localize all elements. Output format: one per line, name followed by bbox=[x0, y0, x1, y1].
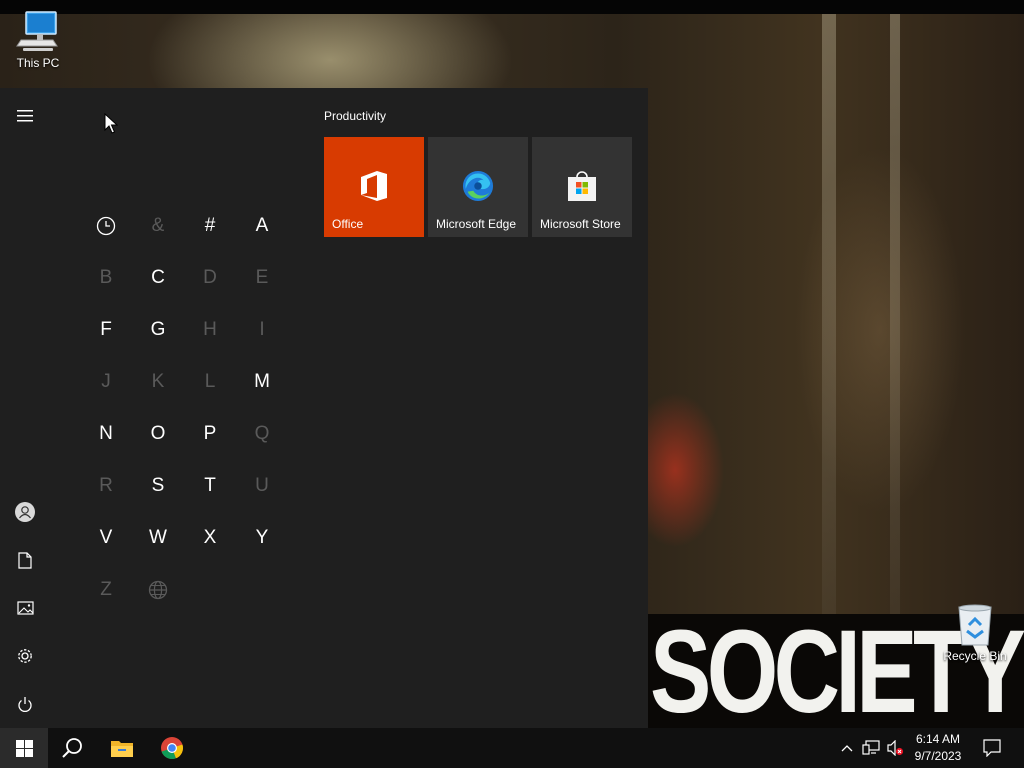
letter-v[interactable]: V bbox=[80, 512, 132, 564]
recycle-bin-desktop-icon[interactable]: Recycle Bin bbox=[937, 603, 1013, 663]
letter-b: B bbox=[99, 267, 113, 288]
action-center-button[interactable] bbox=[978, 728, 1006, 768]
power-button[interactable] bbox=[0, 680, 50, 728]
start-button[interactable] bbox=[0, 728, 48, 768]
letter-other-languages bbox=[132, 564, 184, 616]
clock-date: 9/7/2023 bbox=[914, 749, 962, 763]
notifications-icon bbox=[983, 739, 1001, 757]
letter-q: Q bbox=[254, 423, 270, 444]
hamburger-menu-icon bbox=[17, 110, 33, 122]
start-menu: & # A B C D E F G H I J K L M N O P Q R … bbox=[0, 88, 648, 728]
letter-ampersand: & bbox=[151, 215, 165, 236]
settings-button[interactable] bbox=[0, 632, 50, 680]
edge-icon bbox=[462, 170, 494, 202]
user-account-button[interactable] bbox=[0, 488, 50, 536]
chrome-button[interactable] bbox=[148, 728, 196, 768]
power-icon bbox=[18, 696, 32, 712]
letter-c[interactable]: C bbox=[132, 252, 184, 304]
letter-f[interactable]: F bbox=[80, 304, 132, 356]
letter-x[interactable]: X bbox=[184, 512, 236, 564]
recycle-bin-label: Recycle Bin bbox=[943, 649, 1007, 663]
pictures-button[interactable] bbox=[0, 584, 50, 632]
letter-k: K bbox=[151, 371, 165, 392]
letter-p[interactable]: P bbox=[184, 408, 236, 460]
mouse-cursor-icon bbox=[104, 113, 118, 134]
network-icon bbox=[862, 740, 880, 755]
recycle-bin-icon bbox=[958, 604, 992, 646]
office-tile-label: Office bbox=[332, 217, 364, 231]
this-pc-desktop-icon[interactable]: This PC bbox=[0, 10, 76, 70]
letter-r: R bbox=[99, 475, 113, 496]
letter-i: I bbox=[259, 319, 265, 340]
start-left-rail bbox=[0, 88, 50, 728]
letter-g[interactable]: G bbox=[132, 304, 184, 356]
letter-o[interactable]: O bbox=[132, 408, 184, 460]
letter-a[interactable]: A bbox=[236, 200, 288, 252]
volume-button[interactable] bbox=[884, 728, 906, 768]
tile-group-title[interactable]: Productivity bbox=[324, 109, 386, 123]
letter-z: Z bbox=[100, 579, 112, 600]
microsoft-store-tile-label: Microsoft Store bbox=[540, 217, 621, 231]
documents-button[interactable] bbox=[0, 536, 50, 584]
documents-icon bbox=[18, 551, 32, 569]
clock-icon bbox=[96, 216, 116, 236]
chevron-up-icon bbox=[841, 745, 853, 752]
letter-t[interactable]: T bbox=[184, 460, 236, 512]
show-hidden-icons-button[interactable] bbox=[838, 728, 856, 768]
letter-d: D bbox=[203, 267, 217, 288]
globe-icon bbox=[148, 580, 168, 600]
store-bag-icon bbox=[568, 171, 596, 201]
expand-menu-button[interactable] bbox=[0, 92, 50, 140]
letter-l: L bbox=[204, 371, 216, 392]
letter-hash[interactable]: # bbox=[184, 200, 236, 252]
letter-s[interactable]: S bbox=[132, 460, 184, 512]
search-icon bbox=[62, 738, 82, 758]
pictures-icon bbox=[16, 601, 34, 615]
taskbar: 6:14 AM 9/7/2023 bbox=[0, 728, 1024, 768]
search-button[interactable] bbox=[48, 728, 96, 768]
computer-icon bbox=[16, 11, 58, 51]
file-explorer-icon bbox=[111, 741, 133, 757]
chrome-icon bbox=[161, 737, 183, 760]
letter-j: J bbox=[101, 371, 111, 392]
microsoft-store-tile[interactable]: Microsoft Store bbox=[532, 137, 632, 237]
letter-recent[interactable] bbox=[80, 200, 132, 252]
office-icon bbox=[361, 171, 387, 201]
network-button[interactable] bbox=[860, 728, 882, 768]
taskbar-clock[interactable]: 6:14 AM 9/7/2023 bbox=[906, 731, 970, 765]
clock-time: 6:14 AM bbox=[915, 732, 961, 746]
letter-u: U bbox=[255, 475, 269, 496]
this-pc-label: This PC bbox=[16, 56, 60, 70]
letter-n[interactable]: N bbox=[80, 408, 132, 460]
file-explorer-button[interactable] bbox=[98, 728, 146, 768]
windows-start-icon bbox=[15, 739, 33, 757]
alphabet-jump-grid: & # A B C D E F G H I J K L M N O P Q R … bbox=[80, 200, 288, 616]
letter-y[interactable]: Y bbox=[236, 512, 288, 564]
volume-muted-icon bbox=[887, 740, 904, 756]
user-icon bbox=[15, 502, 35, 522]
letter-e: E bbox=[255, 267, 269, 288]
microsoft-edge-tile[interactable]: Microsoft Edge bbox=[428, 137, 528, 237]
microsoft-edge-tile-label: Microsoft Edge bbox=[436, 217, 517, 231]
letter-h: H bbox=[203, 319, 217, 340]
letter-w[interactable]: W bbox=[132, 512, 184, 564]
wallpaper-dark-band bbox=[0, 0, 1024, 14]
gear-icon bbox=[18, 649, 32, 663]
office-tile[interactable]: Office bbox=[324, 137, 424, 237]
letter-m[interactable]: M bbox=[236, 356, 288, 408]
